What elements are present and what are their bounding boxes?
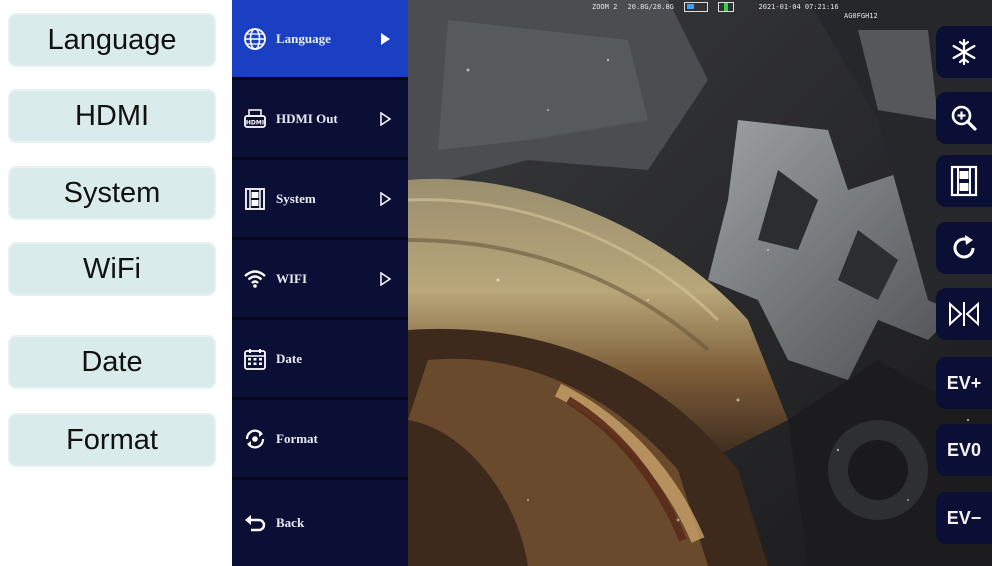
ev-minus-button[interactable]: EV− [936,492,992,544]
legend-system: System [8,166,216,220]
chevron-right-icon [380,271,392,286]
menu-item-back[interactable]: Back [232,480,408,566]
chevron-right-icon [380,191,392,206]
camera-image [408,0,992,566]
rotate-icon [953,235,975,259]
zoom-in-icon [951,105,977,131]
menu-item-label: HDMI Out [276,110,338,126]
hdmi-icon: HDMI [242,106,268,132]
globe-icon [242,26,268,52]
legend-label: HDMI [74,99,150,132]
menu-item-language[interactable]: Language [232,0,408,80]
legend-language: Language [8,13,216,67]
camera-feed [408,0,992,566]
settings-menu: Language HDMI HDMI Out System WIFI Date … [232,0,408,566]
menu-item-label: System [276,190,316,206]
menu-item-label: Language [276,30,331,46]
legend-label: WiFi [83,252,141,285]
legend-label: Language [47,23,177,56]
menu-item-hdmi-out[interactable]: HDMI HDMI Out [232,80,408,160]
status-bar: ZOOM 2 20.8G/28.8G 2021-01-04 07:21:16 [592,2,845,12]
format-icon [242,426,268,452]
menu-item-date[interactable]: Date [232,320,408,400]
freeze-button[interactable] [936,26,992,78]
svg-text:HDMI: HDMI [246,119,264,126]
chevron-right-icon [380,111,392,126]
menu-item-wifi[interactable]: WIFI [232,240,408,320]
mirror-button[interactable] [936,288,992,340]
ev-zero-button[interactable]: EV0 [936,424,992,476]
menu-item-label: Format [276,430,318,446]
ev-plus-label: EV+ [946,372,982,393]
device-screen: ZOOM 2 20.8G/28.8G 2021-01-04 07:21:16 A… [232,0,992,566]
legend-date: Date [8,335,216,389]
chevron-right-icon [381,32,390,45]
wifi-icon [242,266,268,292]
rotate-button[interactable] [936,222,992,274]
calendar-icon [242,346,268,372]
film-icon [242,186,268,212]
device-id: AG0FGH12 [844,12,878,20]
film-icon [950,165,978,197]
ev-minus-label: EV− [946,507,982,528]
menu-item-format[interactable]: Format [232,400,408,480]
legend-label: System [63,176,161,209]
ev-plus-button[interactable]: EV+ [936,357,992,409]
video-button[interactable] [936,155,992,207]
menu-item-system[interactable]: System [232,160,408,240]
legend-label: Date [81,345,143,378]
back-icon [242,510,268,536]
menu-item-label: Back [276,515,305,530]
legend-wifi: WiFi [8,242,216,296]
legend-label: Format [66,423,158,456]
storage-usage: 20.8G/28.8G [627,3,674,11]
signal-icon [718,2,735,12]
zoom-level: ZOOM 2 [592,3,618,11]
battery-icon [684,2,709,12]
legend-format: Format [8,413,216,467]
ev-zero-label: EV0 [946,439,982,460]
mirror-icon [949,301,979,327]
datetime: 2021-01-04 07:21:16 [758,3,839,11]
snowflake-icon [952,38,976,66]
menu-item-label: Date [276,350,302,366]
menu-item-label: WIFI [276,270,308,286]
legend-hdmi: HDMI [8,89,216,143]
zoom-button[interactable] [936,92,992,144]
